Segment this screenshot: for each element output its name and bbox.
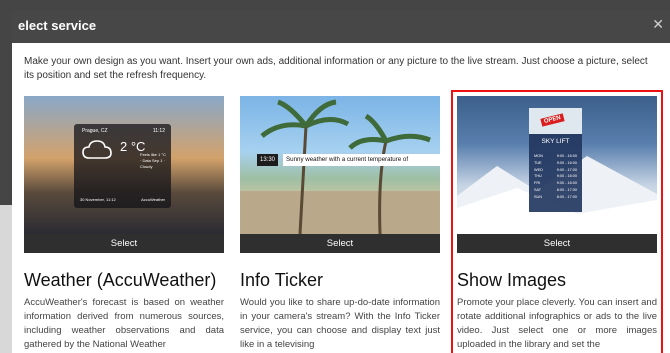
weather-date: 30 November, 11:12	[80, 197, 116, 202]
weather-brand-logo: AccuWeather	[141, 197, 165, 202]
weather-location: Prague, CZ	[82, 128, 108, 134]
card-title: Show Images	[457, 270, 567, 290]
service-card-info-ticker[interactable]: 13:30 Sunny weather with a current tempe…	[240, 96, 440, 352]
select-button[interactable]: Select	[24, 234, 224, 253]
weather-time: 11:12	[152, 128, 165, 134]
hours-row: WED 9:00 - 17:00	[534, 167, 577, 172]
card-description: Promote your place cleverly. You can ins…	[457, 297, 657, 350]
ticker-preview-image: 13:30 Sunny weather with a current tempe…	[240, 96, 440, 234]
ticker-time-label: 13:30	[257, 154, 279, 166]
sky-lift-panel: OPEN SKY LIFT MON 9:00 - 16:00 TUE 9:00 - …	[529, 108, 582, 212]
weather-widget: Prague, CZ 11:12 2 °C Feels like 1 °C · …	[74, 124, 171, 208]
hours-row: THU 9:00 - 16:00	[534, 174, 577, 179]
service-card-weather[interactable]: Prague, CZ 11:12 2 °C Feels like 1 °C · …	[24, 96, 224, 352]
dialog-intro-text: Make your own design as you want. Insert…	[24, 56, 648, 81]
opening-hours-list: MON 9:00 - 16:00 TUE 9:00 - 16:00 WED 9:00 …	[534, 153, 577, 201]
card-description: Would you like to share up-do-date infor…	[240, 297, 440, 350]
open-sign-image: OPEN	[529, 108, 582, 134]
ticker-text: Sunny weather with a current temperature…	[283, 154, 440, 166]
card-title: Info Ticker	[240, 270, 324, 290]
service-card-show-images[interactable]: OPEN SKY LIFT MON 9:00 - 16:00 TUE 9:00 - …	[451, 90, 663, 353]
hours-row: SAT 8:00 - 17:00	[534, 187, 577, 192]
hours-row: TUE 9:00 - 16:00	[534, 160, 577, 165]
dialog-title: elect service	[18, 18, 97, 33]
hours-row: MON 9:00 - 16:00	[534, 154, 577, 158]
select-service-dialog: elect service ✕ Make your own design as …	[12, 10, 670, 353]
images-preview-image: OPEN SKY LIFT MON 9:00 - 16:00 TUE 9:00 - …	[457, 96, 657, 234]
weather-details: Feels like 1 °C · Data Sep 1 · Cloudy	[140, 152, 166, 169]
card-title: Weather (AccuWeather)	[24, 270, 217, 290]
sky-lift-title: SKY LIFT	[541, 138, 570, 145]
card-description: AccuWeather's forecast is based on weath…	[24, 297, 224, 350]
hours-row: SUN 8:00 - 17:00	[534, 194, 577, 199]
hours-row: FRI 9:00 - 16:00	[534, 181, 577, 186]
select-button[interactable]: Select	[240, 234, 440, 253]
close-icon[interactable]: ✕	[652, 16, 664, 33]
select-button[interactable]: Select	[457, 234, 657, 253]
dialog-header: elect service ✕	[12, 10, 670, 43]
weather-preview-image: Prague, CZ 11:12 2 °C Feels like 1 °C · …	[24, 96, 224, 234]
cloud-icon	[82, 140, 112, 159]
open-tag: OPEN	[540, 113, 565, 127]
